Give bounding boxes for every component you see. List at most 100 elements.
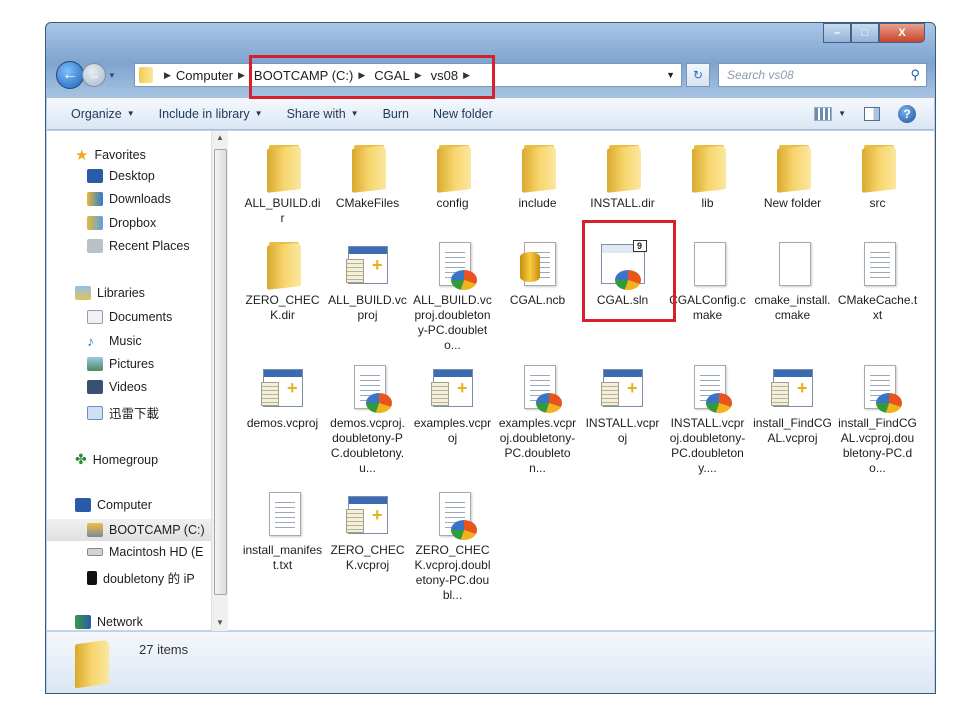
icon-part [535,393,562,413]
file-item[interactable]: src [835,143,920,240]
tree-videos[interactable]: Videos [87,380,147,394]
file-name: INSTALL.dir [590,196,655,210]
file-item[interactable]: config [410,143,495,240]
file-item[interactable]: install_manifest.txt [240,490,325,610]
share-with-button[interactable]: Share with ▼ [287,107,359,121]
file-item[interactable]: cmake_install.cmake [750,240,835,363]
scroll-up-icon[interactable]: ▲ [216,133,224,142]
file-item[interactable]: examples.vcproj.doubletony-PC.doubleton.… [495,363,580,490]
preview-pane-button[interactable] [864,106,880,121]
burn-button[interactable]: Burn [383,107,409,121]
folder-icon [75,639,109,689]
tree-homegroup[interactable]: ✤ Homegroup [75,451,158,468]
file-item[interactable]: CGAL.ncb [495,240,580,363]
item-count: 27 items [139,642,189,657]
vcproj-file-icon [429,363,477,413]
file-item[interactable]: New folder [750,143,835,240]
file-item[interactable]: lib [665,143,750,240]
file-item[interactable]: CMakeCache.txt [835,240,920,363]
navigation-scrollbar[interactable]: ▲ ▼ [211,131,228,631]
icon-part [600,369,643,407]
organize-label: Organize [71,106,122,121]
navigation-buttons: ← → ▼ [56,61,116,89]
caption-buttons: – □ X [823,23,925,43]
tree-downloads[interactable]: Downloads [87,192,171,206]
chevron-right-icon[interactable]: ▶ [238,70,245,81]
star-icon: ★ [75,147,89,164]
file-item[interactable]: install_FindCGAL.vcproj [750,363,835,490]
file-list: ALL_BUILD.dir CMakeFiles config include INST… [240,143,920,610]
file-name: ZERO_CHECK.vcproj [330,543,405,572]
help-button[interactable]: ? [898,104,916,123]
include-in-library-button[interactable]: Include in library ▼ [159,107,263,121]
vcproj-file-icon [769,363,817,413]
icon-part [260,369,303,407]
file-item[interactable]: ALL_BUILD.vcproj.doubletony-PC.doubleto.… [410,240,495,363]
file-item[interactable]: demos.vcproj.doubletony-PC.doubletony.u.… [325,363,410,490]
file-item[interactable]: CMakeFiles [325,143,410,240]
tree-desktop[interactable]: Desktop [87,169,155,183]
file-item[interactable]: INSTALL.vcproj [580,363,665,490]
organize-button[interactable]: Organize ▼ [71,107,135,121]
text-file-icon [259,490,307,540]
tree-documents[interactable]: Documents [87,310,172,324]
icon-part [521,145,556,193]
tree-libraries[interactable]: Libraries [75,286,145,300]
new-folder-button[interactable]: New folder [433,107,493,121]
file-item[interactable]: INSTALL.vcproj.doubletony-PC.doubletony.… [665,363,750,490]
tree-label: Music [109,334,142,348]
file-item[interactable]: ZERO_CHECK.vcproj [325,490,410,610]
scroll-thumb[interactable] [214,149,227,595]
file-name: ZERO_CHECK.vcproj.doubletony-PC.doubl... [414,543,491,602]
file-item[interactable]: ALL_BUILD.dir [240,143,325,240]
search-input[interactable]: Search vs08 ⚲ [718,63,927,87]
maximize-button[interactable]: □ [851,23,879,43]
breadcrumb-computer[interactable]: Computer ▶ [176,68,250,83]
tree-music[interactable]: ♪ Music [87,333,142,349]
file-item[interactable]: CGALConfig.cmake [665,240,750,363]
tree-recent-places[interactable]: Recent Places [87,239,190,253]
chevron-right-icon[interactable]: ▶ [164,70,171,81]
file-item[interactable]: ZERO_CHECK.dir [240,240,325,363]
folder-icon [139,67,153,83]
file-item[interactable]: include [495,143,580,240]
vcproj-file-icon [259,363,307,413]
file-name: ZERO_CHECK.dir [245,293,320,322]
address-history-dropdown[interactable]: ▼ [666,70,675,80]
tree-computer[interactable]: Computer [75,498,152,512]
tree-iphone[interactable]: doubletony 的 iP [87,568,195,587]
tree-bootcamp[interactable]: BOOTCAMP (C:) [47,519,211,541]
file-item[interactable]: ALL_BUILD.vcproj [325,240,410,363]
change-view-button[interactable]: ▼ [814,106,846,121]
minimize-button[interactable]: – [823,23,851,43]
downloads-icon [87,192,103,206]
file-name: New folder [763,196,822,210]
folder-icon [684,143,732,193]
tree-label: Downloads [109,192,171,206]
icon-part [430,369,473,407]
refresh-button[interactable]: ↻ [686,63,710,87]
file-item[interactable]: ZERO_CHECK.vcproj.doubletony-PC.doubl... [410,490,495,610]
tree-pictures[interactable]: Pictures [87,357,154,371]
file-name: src [869,196,886,210]
close-button[interactable]: X [879,23,925,43]
tree-dropbox[interactable]: Dropbox [87,216,156,230]
tree-xunlei[interactable]: 迅雷下載 [87,403,159,422]
file-name: examples.vcproj.doubletony-PC.doubleton.… [498,416,577,475]
scroll-down-icon[interactable]: ▼ [216,618,224,627]
file-item[interactable]: examples.vcproj [410,363,495,490]
file-item[interactable]: install_FindCGAL.vcproj.doubletony-PC.do… [835,363,920,490]
recent-pages-dropdown[interactable]: ▼ [108,71,116,80]
file-item[interactable]: demos.vcproj [240,363,325,490]
tree-favorites[interactable]: ★ Favorites [75,146,146,164]
forward-button[interactable]: → [82,63,106,87]
tree-network[interactable]: Network [75,615,143,629]
file-name: cmake_install.cmake [754,293,831,322]
navigation-pane: ★ Favorites Desktop Downloads Dropbox Rec… [47,131,211,631]
tree-macintosh-hd[interactable]: Macintosh HD (E [87,545,203,559]
file-name: INSTALL.vcproj.doubletony-PC.doubletony.… [669,416,746,475]
tree-label: doubletony 的 iP [103,572,195,586]
file-name: examples.vcproj [413,416,492,445]
back-button[interactable]: ← [56,61,84,89]
views-icon [814,106,833,121]
